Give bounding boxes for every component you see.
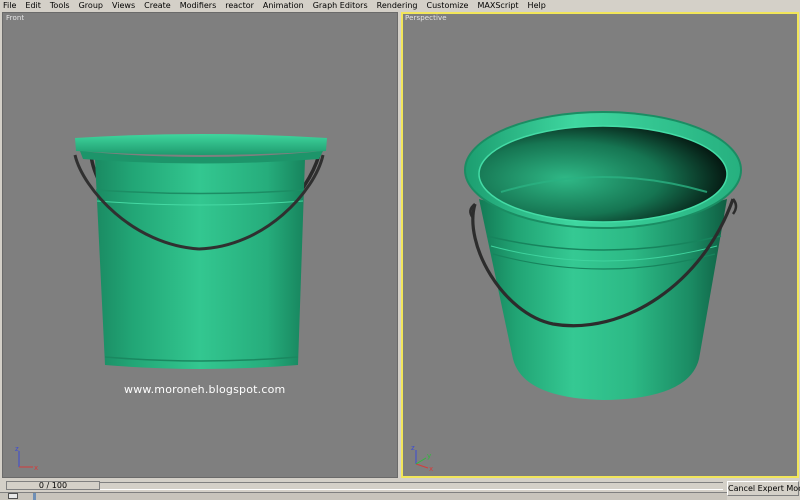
menu-animation[interactable]: Animation: [259, 0, 309, 11]
axis-label-z: z: [411, 444, 415, 452]
front-viewport[interactable]: Front www.moroneh.blogspot.com z x: [2, 12, 398, 478]
menu-create[interactable]: Create: [140, 0, 176, 11]
menu-file[interactable]: File: [0, 0, 21, 11]
front-bucket-render: [73, 134, 327, 369]
time-slider[interactable]: 0 / 100: [6, 481, 100, 490]
menu-modifiers[interactable]: Modifiers: [176, 0, 222, 11]
menu-graph-editors[interactable]: Graph Editors: [309, 0, 373, 11]
menu-group[interactable]: Group: [75, 0, 108, 11]
track-bar-handle[interactable]: [8, 493, 18, 499]
axis-label-y: y: [427, 452, 431, 460]
axis-gizmo-front: z x: [15, 445, 38, 472]
track-bar[interactable]: [0, 492, 727, 500]
menu-reactor[interactable]: reactor: [221, 0, 259, 11]
axis-gizmo-perspective: z x y: [411, 444, 433, 472]
time-slider-track[interactable]: [100, 482, 723, 490]
menu-customize[interactable]: Customize: [422, 0, 473, 11]
status-bar: 0 / 100 Cancel Expert Mode: [0, 479, 800, 500]
menu-tools[interactable]: Tools: [46, 0, 75, 11]
menu-help[interactable]: Help: [524, 0, 551, 11]
menu-edit[interactable]: Edit: [21, 0, 46, 11]
menu-rendering[interactable]: Rendering: [373, 0, 423, 11]
menu-bar: File Edit Tools Group Views Create Modif…: [0, 0, 800, 11]
axis-label-z: z: [15, 445, 19, 453]
axis-label-x: x: [34, 464, 38, 472]
cancel-expert-mode-button[interactable]: Cancel Expert Mode: [727, 481, 800, 496]
perspective-bucket-render: [464, 111, 742, 400]
current-frame-marker: [33, 493, 36, 500]
watermark-text: www.moroneh.blogspot.com: [124, 383, 286, 396]
menu-maxscript[interactable]: MAXScript: [473, 0, 523, 11]
perspective-viewport[interactable]: Perspective z x y: [401, 12, 799, 478]
menu-views[interactable]: Views: [108, 0, 140, 11]
axis-label-x: x: [429, 465, 433, 472]
